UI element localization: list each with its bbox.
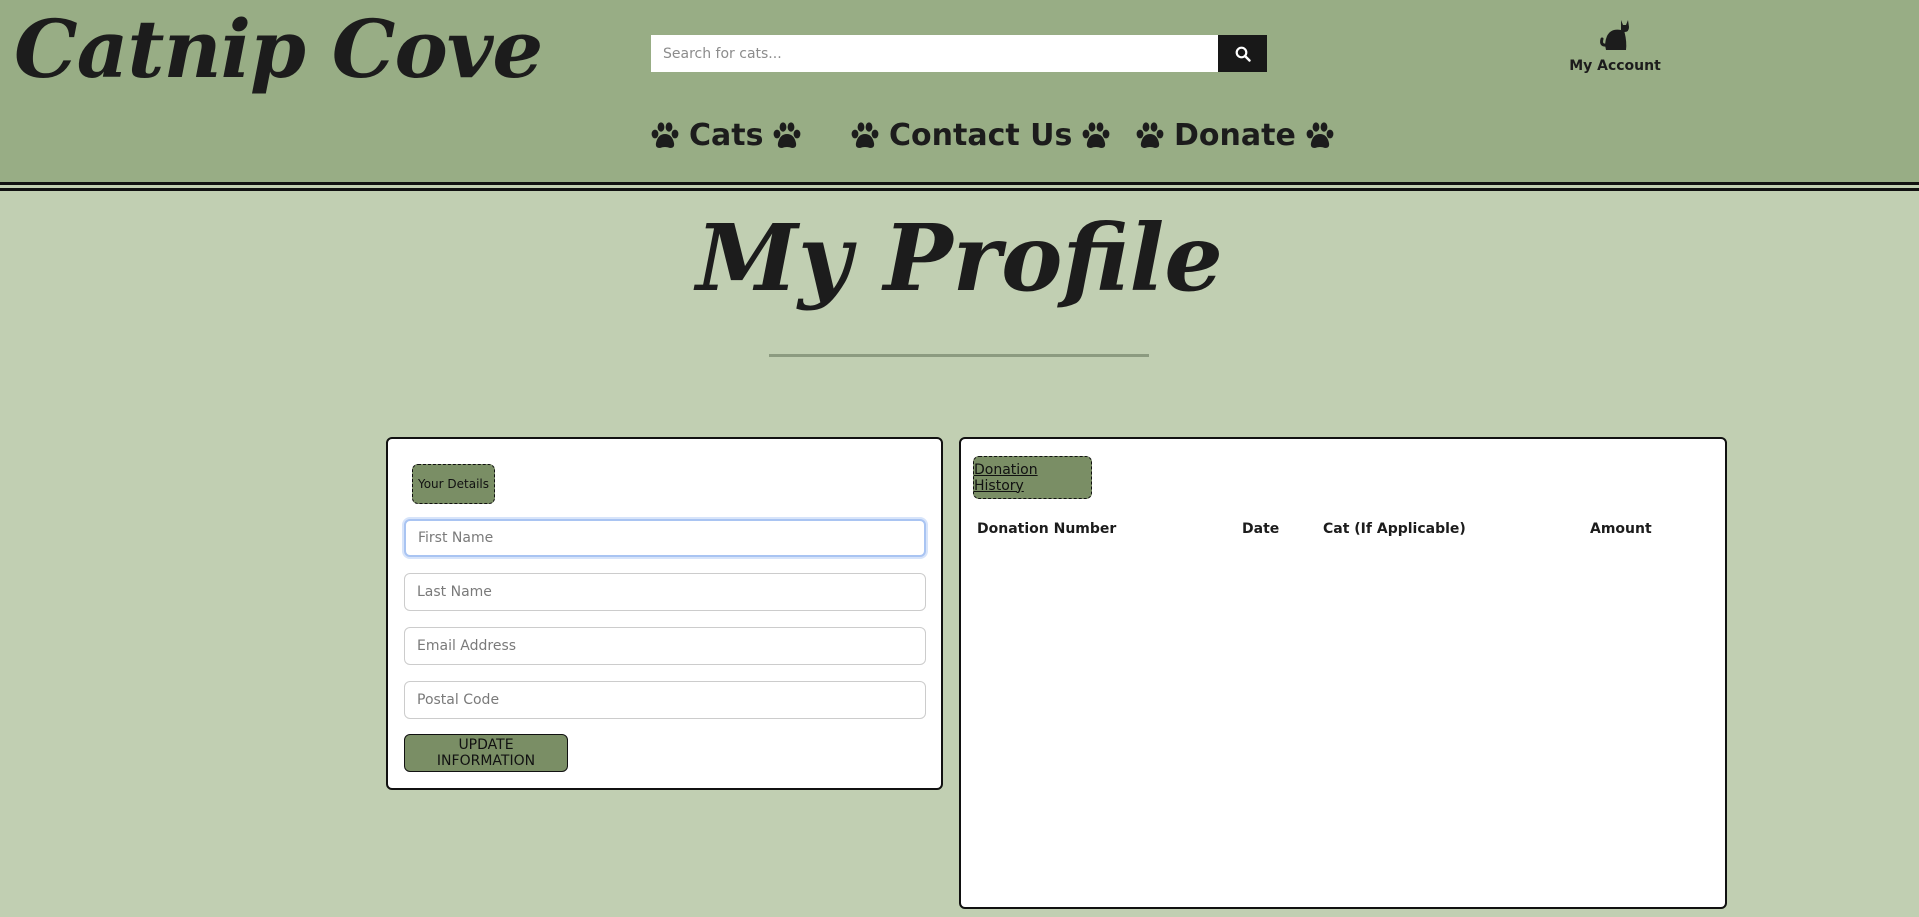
search-button[interactable] bbox=[1218, 35, 1267, 72]
paw-icon bbox=[1306, 121, 1334, 148]
site-logo[interactable]: Catnip Cove bbox=[14, 2, 543, 96]
search-bar bbox=[651, 35, 1267, 72]
details-tag: Your Details bbox=[412, 464, 495, 504]
nav-item-donate[interactable]: Donate bbox=[1134, 118, 1336, 153]
paw-icon bbox=[651, 121, 679, 148]
column-header-date: Date bbox=[1242, 521, 1280, 537]
last-name-field[interactable] bbox=[404, 573, 926, 611]
site-header: Catnip Cove My Account Cats bbox=[0, 0, 1919, 182]
nav-label-contact-us: Contact Us bbox=[889, 118, 1073, 153]
column-header-donation-number: Donation Number bbox=[977, 521, 1117, 537]
column-header-cat: Cat (If Applicable) bbox=[1323, 521, 1466, 537]
header-divider bbox=[0, 188, 1919, 191]
main-nav: Cats Contact Us Donate bbox=[0, 118, 1919, 168]
nav-item-contact-us[interactable]: Contact Us bbox=[849, 118, 1112, 153]
first-name-field[interactable] bbox=[404, 519, 926, 557]
search-icon bbox=[1235, 46, 1251, 62]
nav-label-cats: Cats bbox=[689, 118, 764, 153]
donation-history-tab[interactable]: Donation History bbox=[973, 456, 1092, 499]
header-divider bbox=[0, 182, 1919, 185]
paw-icon bbox=[1082, 121, 1110, 148]
title-divider bbox=[769, 354, 1149, 357]
page-title: My Profile bbox=[696, 204, 1223, 312]
paw-icon bbox=[774, 121, 801, 148]
email-field[interactable] bbox=[404, 627, 926, 665]
postal-code-field[interactable] bbox=[404, 681, 926, 719]
donation-history-card: Donation History Donation Number Date Ca… bbox=[959, 437, 1727, 909]
paw-icon bbox=[851, 121, 879, 148]
paw-icon bbox=[1136, 121, 1164, 148]
my-account-link[interactable]: My Account bbox=[1560, 18, 1670, 74]
my-account-label: My Account bbox=[1569, 58, 1661, 74]
cat-icon bbox=[1600, 20, 1629, 50]
details-card: Your Details UPDATE INFORMATION bbox=[386, 437, 943, 790]
update-information-button[interactable]: UPDATE INFORMATION bbox=[404, 734, 568, 772]
column-header-amount: Amount bbox=[1590, 521, 1652, 537]
search-input[interactable] bbox=[651, 35, 1218, 72]
nav-item-cats[interactable]: Cats bbox=[649, 118, 803, 153]
nav-label-donate: Donate bbox=[1174, 118, 1296, 153]
